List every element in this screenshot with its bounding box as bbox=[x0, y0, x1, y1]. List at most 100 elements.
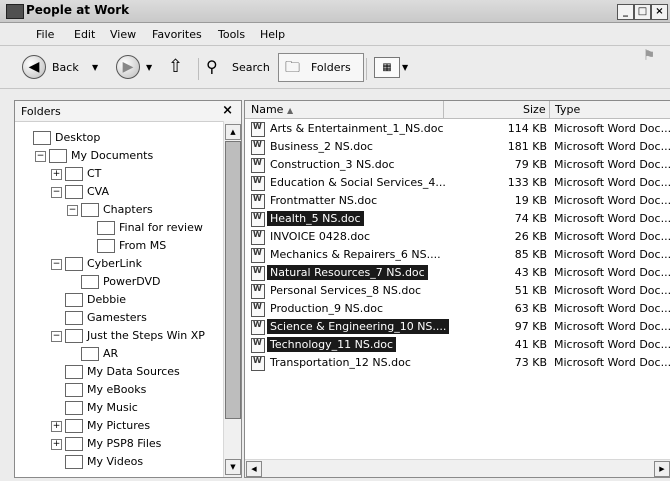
file-name: Education & Social Services_4... bbox=[270, 176, 446, 189]
tree-item-label: Gamesters bbox=[87, 311, 147, 324]
forward-button[interactable]: ▶ ▼ bbox=[116, 54, 156, 80]
file-name: INVOICE 0428.doc bbox=[270, 230, 371, 243]
title-bar: People at Work _ □ × bbox=[0, 0, 670, 23]
menu-view[interactable]: View bbox=[110, 28, 136, 41]
folders-label: Folders bbox=[311, 61, 351, 74]
collapse-icon[interactable]: − bbox=[67, 205, 78, 216]
folder-icon bbox=[65, 383, 83, 397]
folder-icon bbox=[65, 257, 83, 271]
file-row[interactable]: Education & Social Services_4... 133 KB Mi… bbox=[245, 174, 670, 192]
file-row[interactable]: Health_5 NS.doc 74 KB Microsoft Word Doc..… bbox=[245, 210, 670, 228]
file-name: Health_5 NS.doc bbox=[267, 211, 364, 226]
forward-arrow-icon: ▶ bbox=[116, 55, 140, 79]
toolbar-separator bbox=[198, 58, 199, 80]
up-folder-button[interactable]: ⇧ bbox=[164, 54, 190, 80]
tree-item-label: Chapters bbox=[103, 203, 153, 216]
close-folders-pane-button[interactable]: × bbox=[222, 103, 233, 118]
file-row[interactable]: Personal Services_8 NS.doc 51 KB Microsoft… bbox=[245, 282, 670, 300]
file-size: 51 KB bbox=[514, 284, 547, 297]
file-name: Transportation_12 NS.doc bbox=[270, 356, 411, 369]
file-size: 73 KB bbox=[514, 356, 547, 369]
tree-item-label: My Music bbox=[87, 401, 138, 414]
views-button[interactable]: ▦ ▼ bbox=[374, 54, 414, 80]
word-document-icon bbox=[251, 320, 265, 335]
column-name[interactable]: Name ▲ bbox=[251, 103, 293, 116]
column-type[interactable]: Type bbox=[555, 103, 580, 116]
tree-item-label: CyberLink bbox=[87, 257, 142, 270]
collapse-icon[interactable]: − bbox=[35, 151, 46, 162]
minimize-button[interactable]: _ bbox=[617, 4, 634, 20]
file-type: Microsoft Word Doc... bbox=[554, 140, 670, 153]
menu-edit[interactable]: Edit bbox=[74, 28, 95, 41]
word-document-icon bbox=[251, 212, 265, 227]
file-type: Microsoft Word Doc... bbox=[554, 122, 670, 135]
menu-favorites[interactable]: Favorites bbox=[152, 28, 202, 41]
file-name: Natural Resources_7 NS.doc bbox=[267, 265, 428, 280]
menu-help[interactable]: Help bbox=[260, 28, 285, 41]
word-document-icon bbox=[251, 266, 265, 281]
folder-icon bbox=[65, 455, 83, 469]
collapse-icon[interactable]: − bbox=[51, 187, 62, 198]
file-row[interactable]: Natural Resources_7 NS.doc 43 KB Microsoft… bbox=[245, 264, 670, 282]
folders-button[interactable]: 🗀 Folders bbox=[278, 53, 364, 82]
back-button[interactable]: ◀ Back ▼ bbox=[22, 54, 106, 80]
column-divider[interactable] bbox=[549, 101, 550, 118]
file-name: Business_2 NS.doc bbox=[270, 140, 373, 153]
word-document-icon bbox=[251, 230, 265, 245]
scroll-thumb[interactable] bbox=[225, 141, 241, 419]
search-button[interactable]: ⚲ Search bbox=[206, 54, 274, 80]
folders-vertical-scrollbar[interactable]: ▲ ▼ bbox=[223, 121, 241, 477]
file-row[interactable]: Construction_3 NS.doc 79 KB Microsoft Word… bbox=[245, 156, 670, 174]
word-document-icon bbox=[251, 302, 265, 317]
folder-icon bbox=[49, 149, 67, 163]
sort-ascending-icon: ▲ bbox=[286, 106, 294, 115]
column-size[interactable]: Size bbox=[523, 103, 546, 116]
close-button[interactable]: × bbox=[651, 4, 668, 20]
scroll-down-button[interactable]: ▼ bbox=[225, 459, 241, 475]
scroll-left-button[interactable]: ◀ bbox=[246, 461, 262, 477]
file-row[interactable]: Technology_11 NS.doc 41 KB Microsoft Word … bbox=[245, 336, 670, 354]
column-divider[interactable] bbox=[443, 101, 444, 118]
menu-tools[interactable]: Tools bbox=[218, 28, 245, 41]
folders-icon: 🗀 bbox=[285, 58, 301, 76]
file-size: 97 KB bbox=[514, 320, 547, 333]
file-row[interactable]: Business_2 NS.doc 181 KB Microsoft Word Do… bbox=[245, 138, 670, 156]
file-row[interactable]: Frontmatter NS.doc 19 KB Microsoft Word Do… bbox=[245, 192, 670, 210]
tree-item-label: CVA bbox=[87, 185, 110, 198]
tree-item-label: Desktop bbox=[55, 131, 101, 144]
tree-item-label: My eBooks bbox=[87, 383, 147, 396]
folder-icon bbox=[65, 329, 83, 343]
maximize-button[interactable]: □ bbox=[634, 4, 651, 20]
explorer-window: People at Work _ □ × File Edit View Favo… bbox=[0, 0, 670, 481]
file-name: Science & Engineering_10 NS.... bbox=[267, 319, 450, 334]
collapse-icon[interactable]: − bbox=[51, 259, 62, 270]
file-name: Personal Services_8 NS.doc bbox=[270, 284, 422, 297]
expand-icon[interactable]: + bbox=[51, 169, 62, 180]
file-row[interactable]: Production_9 NS.doc 63 KB Microsoft Word D… bbox=[245, 300, 670, 318]
folder-icon bbox=[6, 4, 24, 19]
folder-icon bbox=[65, 167, 83, 181]
scroll-right-button[interactable]: ▶ bbox=[654, 461, 670, 477]
file-row[interactable]: Mechanics & Repairers_6 NS.... 85 KB Micro… bbox=[245, 246, 670, 264]
word-document-icon bbox=[251, 356, 265, 371]
menu-file[interactable]: File bbox=[36, 28, 54, 41]
folders-pane-header: Folders × bbox=[15, 101, 241, 122]
file-size: 63 KB bbox=[514, 302, 547, 315]
tree-item-label: PowerDVD bbox=[103, 275, 161, 288]
file-row[interactable]: Transportation_12 NS.doc 73 KB Microsoft W… bbox=[245, 354, 670, 372]
file-type: Microsoft Word Doc... bbox=[554, 248, 670, 261]
back-dropdown-icon: ▼ bbox=[92, 63, 99, 72]
file-name: Arts & Entertainment_1_NS.doc bbox=[270, 122, 444, 135]
folder-icon bbox=[65, 365, 83, 379]
file-row[interactable]: Arts & Entertainment_1_NS.doc 114 KB Micro… bbox=[245, 120, 670, 138]
expand-icon[interactable]: + bbox=[51, 439, 62, 450]
file-name: Production_9 NS.doc bbox=[270, 302, 383, 315]
file-size: 26 KB bbox=[514, 230, 547, 243]
scroll-up-button[interactable]: ▲ bbox=[225, 124, 241, 140]
collapse-icon[interactable]: − bbox=[51, 331, 62, 342]
file-row[interactable]: INVOICE 0428.doc 26 KB Microsoft Word Doc.… bbox=[245, 228, 670, 246]
folder-icon bbox=[65, 293, 83, 307]
file-row[interactable]: Science & Engineering_10 NS.... 97 KB Micr… bbox=[245, 318, 670, 336]
files-horizontal-scrollbar[interactable]: ◀ ▶ bbox=[245, 459, 670, 477]
expand-icon[interactable]: + bbox=[51, 421, 62, 432]
